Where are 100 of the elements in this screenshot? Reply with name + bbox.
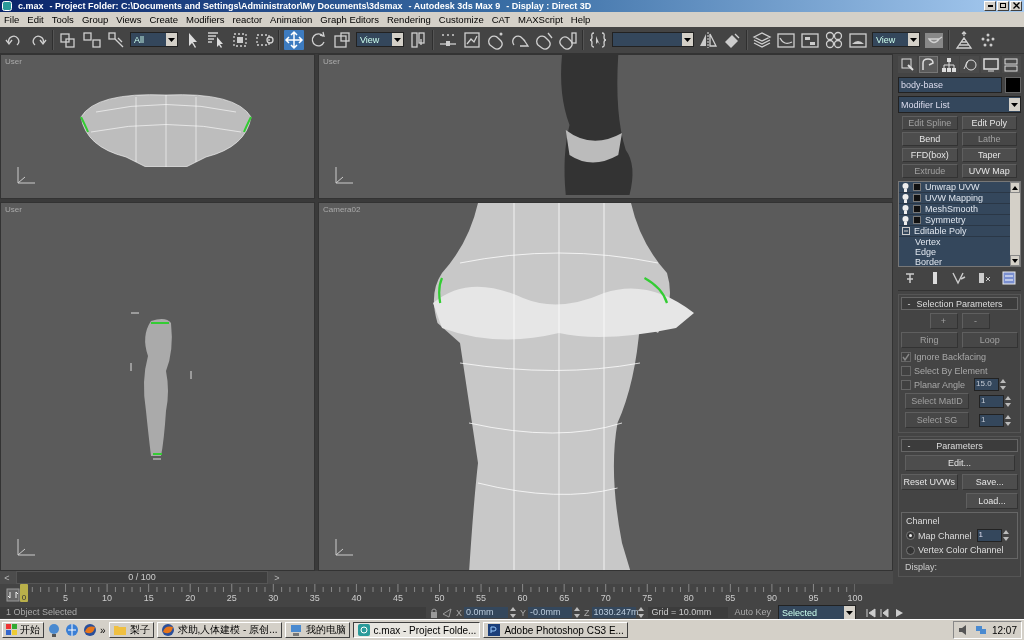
spinner-field[interactable]: 1	[976, 529, 1002, 543]
taskbar-button[interactable]: 求助,人体建模 - 原创...	[156, 622, 282, 639]
mirror-tool-button[interactable]	[698, 29, 718, 50]
pyramid-tool-button[interactable]	[954, 29, 974, 50]
braces-cursor-tool-button[interactable]	[588, 29, 608, 50]
button[interactable]: Save...	[961, 474, 1018, 491]
previous-frame-button[interactable]: <	[0, 572, 14, 583]
graph-box-tool-button[interactable]	[462, 29, 482, 50]
motion-tab[interactable]	[960, 56, 980, 74]
funnel-icon[interactable]	[952, 271, 967, 286]
start-button[interactable]: 开始	[2, 622, 44, 639]
unlinked-squares-tool-button[interactable]	[82, 29, 102, 50]
scroll-down-button[interactable]	[1010, 255, 1020, 267]
menu-item[interactable]: Modifiers	[181, 13, 229, 25]
toolbar-dropdown[interactable]: View	[356, 32, 404, 48]
fox-globe-icon[interactable]	[83, 623, 97, 638]
four-spheres-tool-button[interactable]	[824, 29, 844, 50]
object-name-field[interactable]: body-base	[898, 77, 1002, 94]
coordinate-field[interactable]: 1030.247m	[591, 607, 636, 619]
modifier-button[interactable]: UVW Map	[961, 164, 1017, 179]
taskbar-button[interactable]: c.max - Project Folde...	[352, 622, 481, 639]
menu-item[interactable]: CAT	[487, 13, 514, 25]
select-list-tool-button[interactable]	[206, 29, 226, 50]
menu-item[interactable]: Animation	[266, 13, 317, 25]
globe-icon[interactable]	[65, 623, 79, 638]
more-button[interactable]: »	[100, 624, 106, 636]
modifier-list-dropdown[interactable]: Modifier List	[898, 96, 1021, 114]
sub-object-level[interactable]: Border	[899, 257, 1010, 267]
move-tool-button[interactable]	[284, 29, 304, 50]
modifier-button[interactable]: Bend	[902, 132, 958, 147]
coordinate-field[interactable]: 0.0mm	[464, 607, 508, 619]
modify-tab[interactable]	[918, 56, 938, 74]
chain-tool-button[interactable]	[106, 29, 126, 50]
spinner-arrows-icon[interactable]	[1000, 379, 1007, 391]
rollout-header[interactable]: - Parameters	[901, 439, 1018, 453]
pivot-tool-button[interactable]	[408, 29, 428, 50]
key-mode-icon[interactable]	[6, 588, 20, 603]
button[interactable]: Load...	[966, 493, 1018, 510]
menu-item[interactable]: reactor	[228, 13, 267, 25]
menu-item[interactable]: Rendering	[382, 13, 435, 25]
lock-icon[interactable]	[430, 607, 438, 618]
previous-frame-icon[interactable]	[880, 607, 891, 618]
display-tab[interactable]	[981, 56, 1001, 74]
time-slider-handle[interactable]: 0 / 100	[16, 571, 268, 585]
spinner-arrows-icon[interactable]	[574, 607, 581, 619]
taskbar-button[interactable]: 我的电脑	[284, 622, 350, 639]
menu-item[interactable]: Help	[566, 13, 595, 25]
rollout-header[interactable]: - Selection Parameters	[901, 297, 1018, 311]
coordinate-field[interactable]: -0.0mm	[528, 607, 573, 619]
button[interactable]: Edit...	[904, 455, 1015, 472]
caret-icon[interactable]	[166, 33, 177, 47]
menu-item[interactable]: File	[0, 13, 24, 25]
radio-button[interactable]	[906, 545, 915, 555]
go-to-start-icon[interactable]	[866, 607, 877, 618]
spinner-arrows-icon[interactable]	[1005, 395, 1011, 407]
menu-item[interactable]: Create	[145, 13, 182, 25]
next-frame-button[interactable]: >	[270, 572, 284, 583]
scale-tool-button[interactable]	[332, 29, 352, 50]
toolbar-dropdown[interactable]: All	[130, 32, 178, 48]
caret-icon[interactable]	[392, 33, 403, 47]
menu-item[interactable]: Group	[77, 13, 113, 25]
menu-item[interactable]: Edit	[23, 13, 48, 25]
button[interactable]: Reset UVWs	[901, 474, 958, 491]
radio-button[interactable]	[906, 531, 915, 541]
create-tab[interactable]	[898, 56, 917, 74]
caret-icon[interactable]	[682, 33, 693, 47]
spinner-arrows-icon[interactable]	[637, 607, 644, 619]
hierarchy-tab[interactable]	[939, 56, 959, 74]
sub-object-level[interactable]: Vertex	[899, 237, 1010, 248]
current-frame-marker[interactable]: 0	[20, 584, 28, 603]
toolbar-dropdown[interactable]: View	[872, 32, 920, 48]
modifier-stack[interactable]: Unwrap UVW UVW Mapping MeshSmooth Symmetry Editable Poly Vertex Edge Border	[898, 181, 1021, 268]
menu-item[interactable]: Tools	[47, 13, 78, 25]
utilities-tab[interactable]	[1002, 56, 1021, 74]
caret-icon[interactable]	[1009, 98, 1020, 112]
spinner-arrows-icon[interactable]	[1002, 530, 1009, 542]
sub-object-level[interactable]: Edge	[899, 247, 1010, 258]
taskbar-button[interactable]: Adobe Photoshop CS3 E...	[483, 622, 628, 639]
modifier-button[interactable]: Taper	[961, 148, 1017, 163]
menu-item[interactable]: Graph Editors	[316, 13, 383, 25]
spinner-arrows-icon[interactable]	[1005, 414, 1011, 426]
modifier-button[interactable]: Edit Poly	[961, 116, 1017, 131]
modifier-button[interactable]: FFD(box)	[902, 148, 958, 163]
menu-item[interactable]: MAXScript	[514, 13, 567, 25]
caret-icon[interactable]	[908, 33, 919, 47]
absolute-mode-icon[interactable]	[442, 607, 452, 618]
spinner-magnet-tool-button[interactable]	[558, 29, 578, 50]
restore-button[interactable]	[997, 0, 1009, 11]
scroll-up-button[interactable]	[1010, 182, 1020, 194]
spinner-arrows-icon[interactable]	[510, 607, 516, 619]
menu-item[interactable]: Customize	[434, 13, 488, 25]
menu-item[interactable]: Views	[112, 13, 146, 25]
toolbar-dropdown[interactable]	[612, 32, 694, 48]
remove-modifier-icon[interactable]	[977, 271, 992, 286]
configure-sets-icon[interactable]	[1001, 271, 1016, 286]
close-button[interactable]	[1010, 0, 1022, 11]
taskbar-button[interactable]: 梨子	[108, 622, 154, 639]
object-color-swatch[interactable]	[1005, 77, 1021, 94]
minimize-button[interactable]	[984, 0, 996, 11]
auto-key-button[interactable]: Auto Key	[731, 607, 775, 619]
